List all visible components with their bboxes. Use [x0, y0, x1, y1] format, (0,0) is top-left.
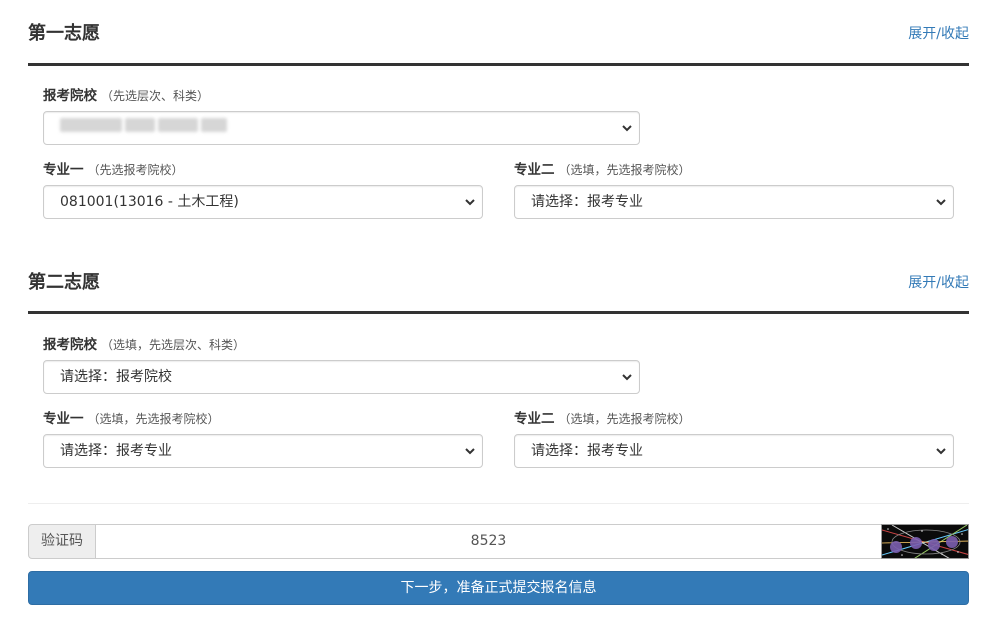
choice1-school-select[interactable]	[43, 111, 640, 145]
form-divider	[28, 503, 969, 504]
choice1-toggle-link[interactable]: 展开/收起	[908, 14, 969, 54]
choice2-major1-value: 请选择：报考专业	[60, 443, 172, 459]
choice2-school-hint: （选填，先选层次、科类）	[101, 338, 246, 352]
choice2-major2-label: 专业二 （选填，先选报考院校）	[514, 409, 691, 429]
captcha-noise-graphic	[882, 525, 968, 558]
choice1-major1-value: 081001(13016 - 土木工程)	[60, 194, 239, 210]
chevron-down-icon	[465, 448, 475, 455]
choice2-header: 第二志愿 展开/收起	[28, 263, 969, 303]
choice1-school-label-text: 报考院校	[43, 88, 97, 104]
choice1-major2-hint: （选填，先选报考院校）	[558, 163, 691, 177]
chevron-down-icon	[936, 199, 946, 206]
choice1-school-label: 报考院校 （先选层次、科类）	[43, 86, 209, 106]
choice1-major1-label-text: 专业一	[43, 162, 84, 178]
choice2-major2-select[interactable]: 请选择：报考专业	[514, 434, 954, 468]
captcha-group: 验证码 8523	[28, 524, 969, 559]
chevron-down-icon	[622, 125, 632, 132]
choice2-major1-hint: （选填，先选报考院校）	[87, 412, 220, 426]
choice1-header: 第一志愿 展开/收起	[28, 14, 969, 54]
captcha-image[interactable]	[881, 524, 969, 559]
choice1-divider	[28, 63, 969, 66]
chevron-down-icon	[622, 374, 632, 381]
choice2-major1-label: 专业一 （选填，先选报考院校）	[43, 409, 220, 429]
choice1-school-redacted-value	[60, 112, 230, 144]
choice1-major1-select[interactable]: 081001(13016 - 土木工程)	[43, 185, 483, 219]
captcha-label: 验证码	[28, 524, 96, 559]
choice1-major1-hint: （先选报考院校）	[87, 163, 184, 177]
choice2-toggle-link[interactable]: 展开/收起	[908, 263, 969, 303]
choice1-major2-label-text: 专业二	[514, 162, 555, 178]
choice2-school-label: 报考院校 （选填，先选层次、科类）	[43, 335, 245, 355]
choice2-major2-label-text: 专业二	[514, 411, 555, 427]
choice2-major2-hint: （选填，先选报考院校）	[558, 412, 691, 426]
choice2-divider	[28, 311, 969, 314]
chevron-down-icon	[936, 448, 946, 455]
choice2-major1-select[interactable]: 请选择：报考专业	[43, 434, 483, 468]
choice2-school-select[interactable]: 请选择：报考院校	[43, 360, 640, 394]
choice1-major2-value: 请选择：报考专业	[531, 194, 643, 210]
choice2-title: 第二志愿	[28, 272, 100, 293]
choice1-major1-label: 专业一 （先选报考院校）	[43, 160, 184, 180]
choice2-major1-label-text: 专业一	[43, 411, 84, 427]
choice2-school-label-text: 报考院校	[43, 337, 97, 353]
choice1-major2-label: 专业二 （选填，先选报考院校）	[514, 160, 691, 180]
next-step-button[interactable]: 下一步，准备正式提交报名信息	[28, 571, 969, 605]
choice2-major2-value: 请选择：报考专业	[531, 443, 643, 459]
chevron-down-icon	[465, 199, 475, 206]
choice1-major2-select[interactable]: 请选择：报考专业	[514, 185, 954, 219]
choice2-school-value: 请选择：报考院校	[60, 369, 172, 385]
choice1-title: 第一志愿	[28, 23, 100, 44]
captcha-input[interactable]: 8523	[95, 524, 882, 559]
choice1-school-hint: （先选层次、科类）	[101, 89, 210, 103]
